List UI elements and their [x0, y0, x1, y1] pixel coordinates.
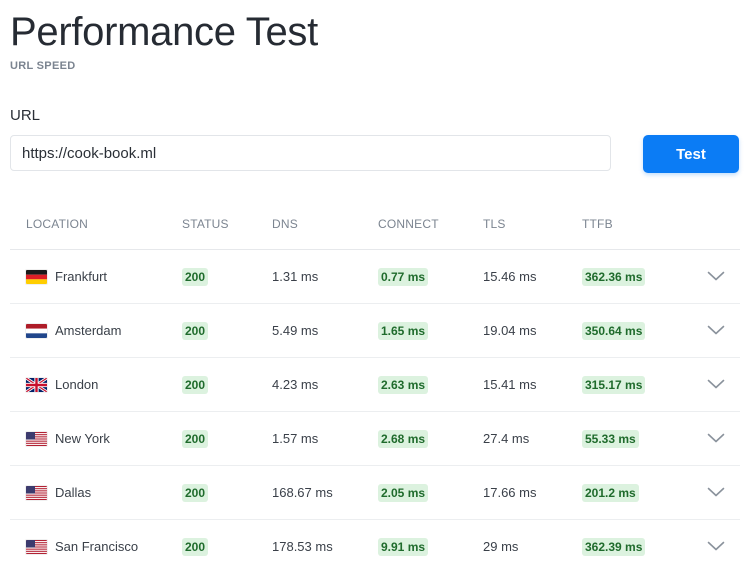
expand-button[interactable] — [704, 412, 728, 465]
ttfb-cell: 350.64 ms — [582, 304, 646, 357]
column-header-location: LOCATION — [26, 217, 89, 231]
location-cell: Amsterdam — [26, 304, 121, 357]
chevron-down-icon — [707, 485, 725, 500]
connect-cell: 9.91 ms — [378, 520, 429, 573]
connect-cell: 2.63 ms — [378, 358, 429, 411]
status-badge: 200 — [182, 267, 209, 286]
location-cell: London — [26, 358, 98, 411]
connect-cell: 2.05 ms — [378, 466, 429, 519]
chevron-down-icon — [707, 323, 725, 338]
chevron-down-icon — [707, 377, 725, 392]
expand-button[interactable] — [704, 304, 728, 357]
flag-icon — [26, 539, 47, 554]
column-header-dns: DNS — [272, 217, 298, 231]
ttfb-badge: 315.17 ms — [582, 375, 646, 394]
test-button[interactable]: Test — [643, 135, 739, 173]
tls-cell: 27.4 ms — [483, 431, 530, 446]
flag-icon — [26, 431, 47, 446]
flag-icon — [26, 485, 47, 500]
dns-cell: 4.23 ms — [272, 377, 319, 392]
table-row[interactable]: Dallas 200 168.67 ms 2.05 ms 17.66 ms 20… — [10, 466, 740, 520]
table-body: Frankfurt 200 1.31 ms 0.77 ms 15.46 ms 3… — [10, 250, 740, 573]
dns-cell: 1.31 ms — [272, 269, 319, 284]
table-row[interactable]: Amsterdam 200 5.49 ms 1.65 ms 19.04 ms 3… — [10, 304, 740, 358]
column-header-status: STATUS — [182, 217, 229, 231]
location-name: San Francisco — [55, 539, 139, 554]
expand-button[interactable] — [704, 358, 728, 411]
dns-cell: 1.57 ms — [272, 431, 319, 446]
status-cell: 200 — [182, 466, 209, 519]
ttfb-cell: 362.36 ms — [582, 250, 646, 303]
flag-icon — [26, 377, 47, 392]
column-header-tls: TLS — [483, 217, 506, 231]
connect-badge: 9.91 ms — [378, 537, 429, 556]
location-cell: Dallas — [26, 466, 91, 519]
status-badge: 200 — [182, 429, 209, 448]
dns-cell: 168.67 ms — [272, 485, 333, 500]
location-name: London — [55, 377, 99, 392]
connect-cell: 0.77 ms — [378, 250, 429, 303]
tls-cell: 29 ms — [483, 539, 519, 554]
table-row[interactable]: San Francisco 200 178.53 ms 9.91 ms 29 m… — [10, 520, 740, 573]
location-cell: San Francisco — [26, 520, 138, 573]
table-row[interactable]: New York 200 1.57 ms 2.68 ms 27.4 ms 55.… — [10, 412, 740, 466]
connect-cell: 2.68 ms — [378, 412, 429, 465]
status-cell: 200 — [182, 358, 209, 411]
ttfb-badge: 55.33 ms — [582, 429, 639, 448]
expand-button[interactable] — [704, 250, 728, 303]
ttfb-badge: 362.39 ms — [582, 537, 646, 556]
status-badge: 200 — [182, 483, 209, 502]
chevron-down-icon — [707, 269, 725, 284]
url-input[interactable] — [10, 135, 611, 171]
tls-cell: 17.66 ms — [483, 485, 537, 500]
dns-cell: 5.49 ms — [272, 323, 319, 338]
connect-badge: 2.63 ms — [378, 375, 429, 394]
page-subtitle: URL SPEED — [10, 60, 76, 72]
location-name: Frankfurt — [55, 269, 108, 284]
ttfb-badge: 362.36 ms — [582, 267, 646, 286]
tls-cell: 15.41 ms — [483, 377, 537, 392]
status-badge: 200 — [182, 537, 209, 556]
ttfb-cell: 362.39 ms — [582, 520, 646, 573]
expand-button[interactable] — [704, 466, 728, 519]
tls-cell: 19.04 ms — [483, 323, 537, 338]
chevron-down-icon — [707, 431, 725, 446]
table-row[interactable]: Frankfurt 200 1.31 ms 0.77 ms 15.46 ms 3… — [10, 250, 740, 304]
location-name: Amsterdam — [55, 323, 122, 338]
location-cell: Frankfurt — [26, 250, 107, 303]
column-header-connect: CONNECT — [378, 217, 439, 231]
flag-icon — [26, 269, 47, 284]
location-cell: New York — [26, 412, 110, 465]
results-table: LOCATION STATUS DNS CONNECT TLS TTFB Fra… — [10, 196, 740, 573]
ttfb-badge: 350.64 ms — [582, 321, 646, 340]
ttfb-cell: 315.17 ms — [582, 358, 646, 411]
location-name: Dallas — [55, 485, 92, 500]
table-header: LOCATION STATUS DNS CONNECT TLS TTFB — [10, 196, 740, 250]
column-header-ttfb: TTFB — [582, 217, 613, 231]
connect-badge: 2.68 ms — [378, 429, 429, 448]
status-cell: 200 — [182, 304, 209, 357]
status-cell: 200 — [182, 520, 209, 573]
connect-cell: 1.65 ms — [378, 304, 429, 357]
page-title: Performance Test — [10, 10, 318, 54]
ttfb-badge: 201.2 ms — [582, 483, 639, 502]
ttfb-cell: 55.33 ms — [582, 412, 639, 465]
status-cell: 200 — [182, 250, 209, 303]
ttfb-cell: 201.2 ms — [582, 466, 639, 519]
connect-badge: 0.77 ms — [378, 267, 429, 286]
location-name: New York — [55, 431, 110, 446]
status-badge: 200 — [182, 321, 209, 340]
connect-badge: 2.05 ms — [378, 483, 429, 502]
chevron-down-icon — [707, 539, 725, 554]
status-cell: 200 — [182, 412, 209, 465]
url-label: URL — [10, 107, 41, 124]
status-badge: 200 — [182, 375, 209, 394]
dns-cell: 178.53 ms — [272, 539, 333, 554]
table-row[interactable]: London 200 4.23 ms 2.63 ms 15.41 ms 315.… — [10, 358, 740, 412]
flag-icon — [26, 323, 47, 338]
expand-button[interactable] — [704, 520, 728, 573]
connect-badge: 1.65 ms — [378, 321, 429, 340]
tls-cell: 15.46 ms — [483, 269, 537, 284]
